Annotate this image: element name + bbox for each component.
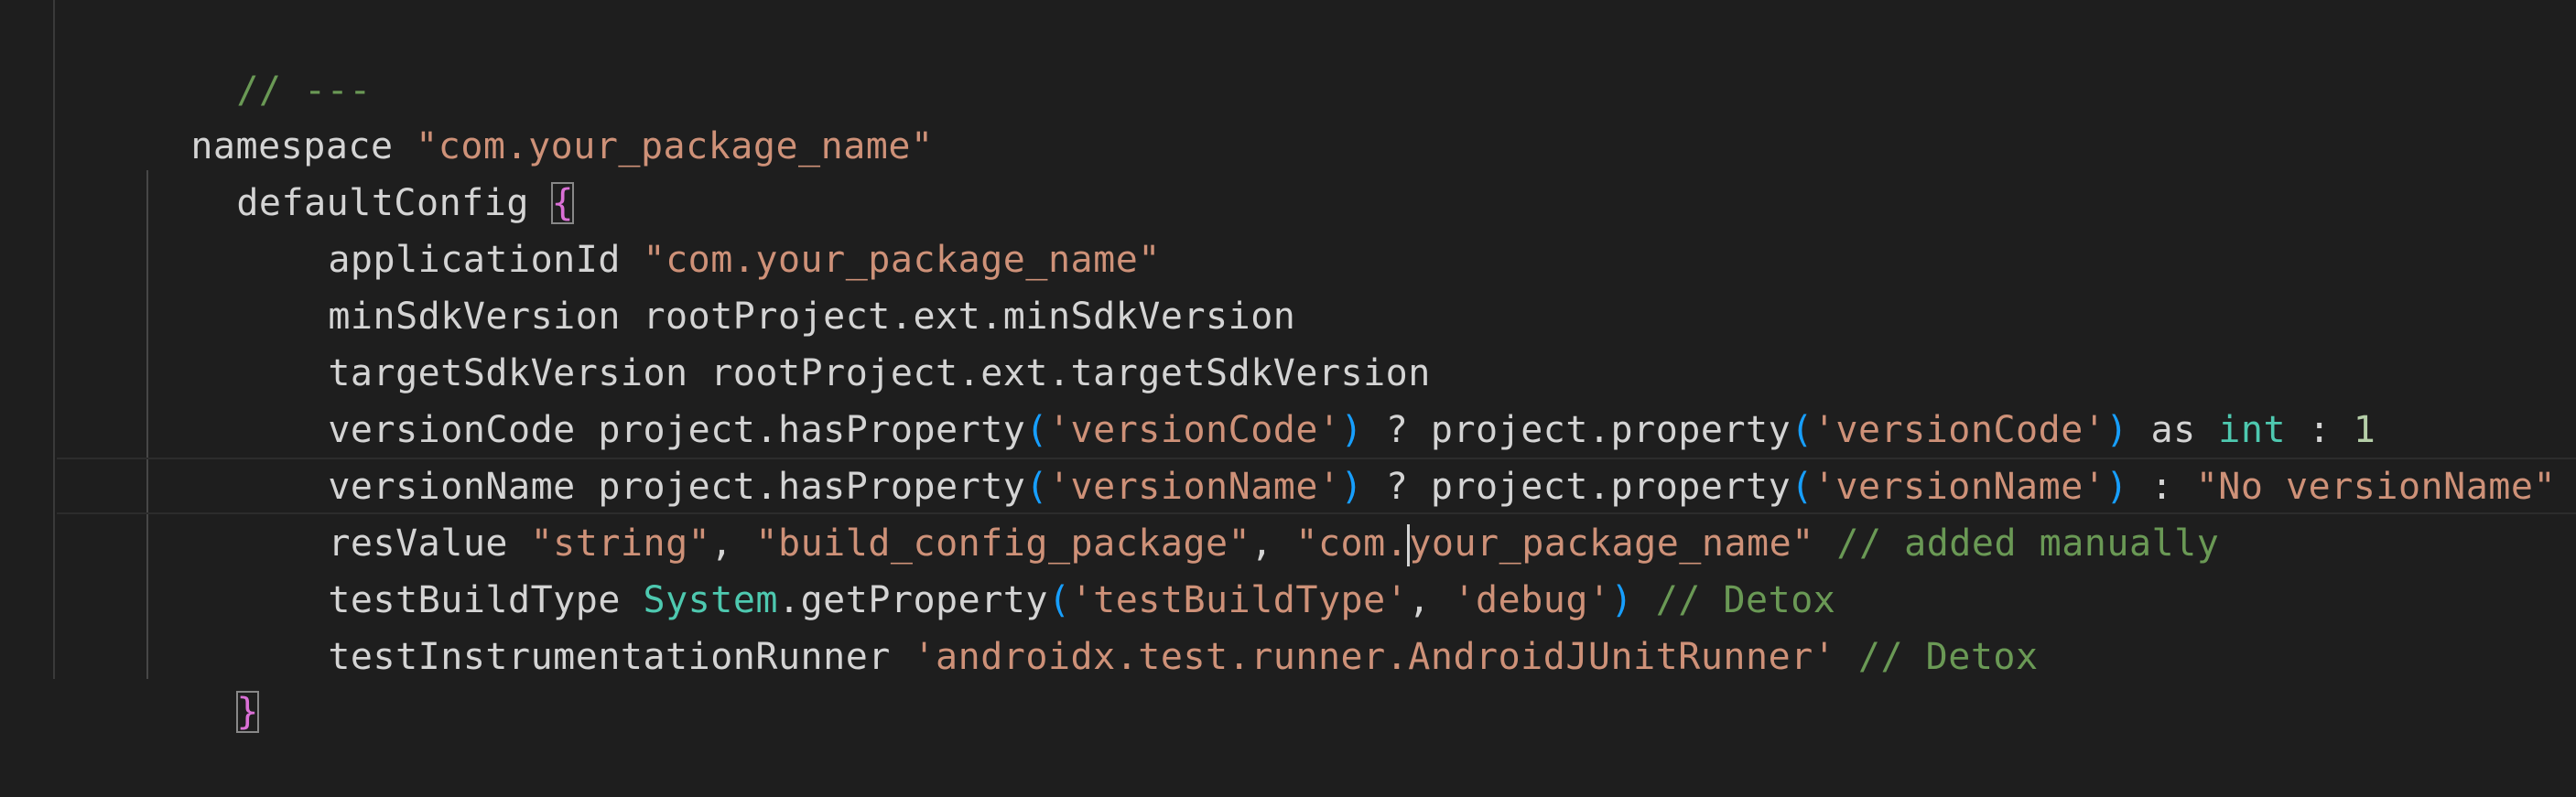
string-literal: "No versionName": [2195, 466, 2557, 508]
comment: // Detox: [1835, 636, 2039, 678]
code-line[interactable]: resValue "string", "build_config_package…: [238, 458, 2219, 566]
code-line[interactable]: defaultConfig {: [146, 118, 575, 224]
code-line[interactable]: testInstrumentationRunner 'androidx.test…: [238, 572, 2039, 678]
code-editor[interactable]: // --- namespace "com.your_package_name"…: [0, 0, 2576, 733]
string-literal: 'androidx.test.runner.AndroidJUnitRunner…: [913, 636, 1836, 678]
close-brace: }: [236, 691, 259, 733]
editor-left-border: [53, 0, 55, 679]
code-line[interactable]: minSdkVersion rootProject.ext.minSdkVers…: [238, 232, 1295, 338]
code-line[interactable]: // ---: [146, 5, 372, 112]
code-text: testInstrumentationRunner: [328, 636, 914, 678]
code-line[interactable]: }: [146, 627, 259, 733]
code-line[interactable]: namespace "com.your_package_name": [101, 61, 934, 167]
code-line[interactable]: versionCode project.hasProperty('version…: [238, 345, 2376, 451]
code-line[interactable]: versionName project.hasProperty('version…: [238, 402, 2556, 508]
code-line[interactable]: applicationId "com.your_package_name": [238, 175, 1161, 281]
code-line[interactable]: targetSdkVersion rootProject.ext.targetS…: [238, 288, 1431, 394]
comment: // added manually: [1813, 522, 2220, 565]
code-line[interactable]: testBuildType System.getProperty('testBu…: [238, 515, 1835, 621]
